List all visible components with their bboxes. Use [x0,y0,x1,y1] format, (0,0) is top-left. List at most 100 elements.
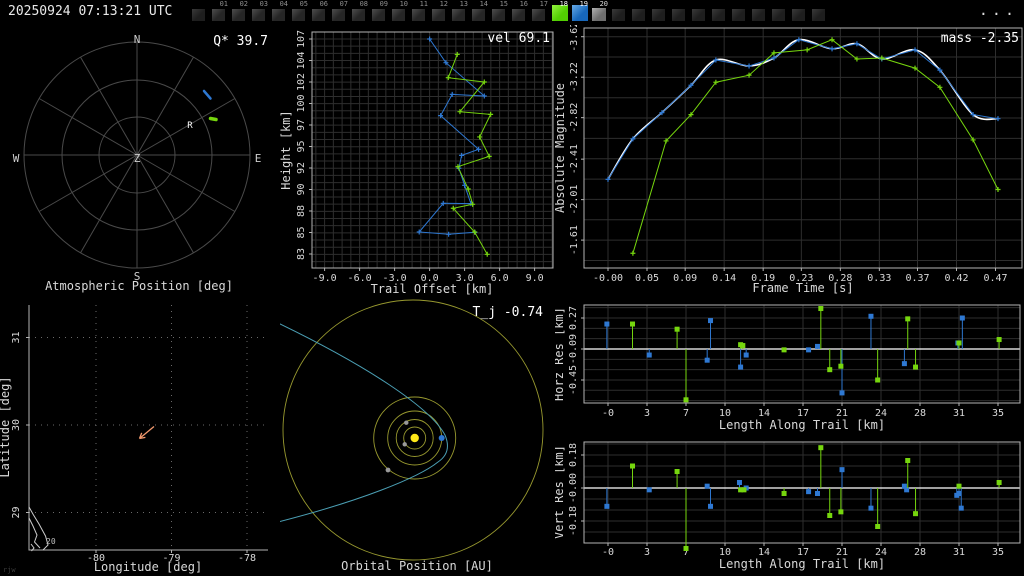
y-tick-label: 102 [296,73,307,91]
tab-slot-27[interactable] [732,0,752,25]
tab-number: 03 [259,0,268,8]
plot-frame [583,441,1021,544]
x-axis-label: Trail Offset [km] [371,282,494,295]
tab-slot-22[interactable] [632,0,652,25]
tab-slot-23[interactable] [652,0,672,25]
detection-streak-blue [202,89,212,100]
panel-orbit: T_j -0.74 Orbital Position [AU] [280,299,544,573]
y-tick-label: 100 [296,94,307,112]
tab-number: 11 [419,0,428,8]
tab-chip [712,9,725,21]
tab-slot-28[interactable] [752,0,772,25]
radiant-label: R [187,121,193,131]
tab-09[interactable]: 09 [372,0,392,25]
x-tick-label: 35 [992,408,1004,419]
tab-number: 05 [299,0,308,8]
tab-06[interactable]: 06 [312,0,332,25]
x-axis-label: Length Along Trail [km] [719,418,885,432]
overflow-menu-button[interactable]: ... [979,1,1018,19]
tab-17[interactable]: 17 [532,0,552,25]
tab-number: 08 [359,0,368,8]
panel-caption: Orbital Position [AU] [341,559,493,573]
tab-13[interactable]: 13 [452,0,472,25]
y-tick-label: -3.62 [569,25,580,52]
app-window: 20250924 07:13:21 UTC 01 02 03 04 05 06 07 08 09… [0,0,1024,576]
x-tick-label: 31 [953,408,965,419]
tab-slot-24[interactable] [672,0,692,25]
tab-number: 13 [459,0,468,8]
tab-19[interactable]: 19 [572,0,592,25]
panel-title: mass -2.35 [941,31,1019,46]
series-blue [416,36,487,237]
tab-14[interactable]: 14 [472,0,492,25]
tab-04[interactable]: 04 [272,0,292,25]
panel-vert: -0 3 7 10 14 17 21 24 28 31 350.18-0.00-0.18Length… [555,441,1021,571]
series-green [630,37,1001,256]
x-tick-label: -6.0 [348,273,372,284]
x-tick-label: 9.0 [526,273,544,284]
tab-chip [352,9,365,21]
x-axis-label: Frame Time [s] [752,281,853,295]
tab-08[interactable]: 08 [352,0,372,25]
tab-strip: 01 02 03 04 05 06 07 08 09 10 11 12 13 14 15 16 17 18 19 20 [192,0,832,25]
tab-chip [692,9,705,21]
panel-title: T_j -0.74 [473,305,544,320]
y-tick-label: -2.01 [569,185,580,215]
tab-chip [612,9,625,21]
tab-slot-25[interactable] [692,0,712,25]
y-tick-label: 104 [296,51,307,69]
panel-horz: -0 3 7 10 14 17 21 24 28 31 350.27-0.09-0.45Length… [555,304,1021,432]
y-axis-label: Latitude [deg] [0,376,12,477]
plot-frame [28,305,268,551]
grid [584,442,1020,544]
y-tick-label: -1.61 [569,225,580,255]
tab-slot-26[interactable] [712,0,732,25]
axis-ticks: -0.00 0.05 0.09 0.14 0.19 0.23 0.28 0.33 0.37 0.4… [569,25,1008,284]
tab-number: 12 [439,0,448,8]
planet-marker [402,442,407,447]
tab-15[interactable]: 15 [492,0,512,25]
tab-number: 17 [539,0,548,8]
x-tick-label: -0.00 [593,273,623,284]
tab-02[interactable]: 02 [232,0,252,25]
tab-slot-30[interactable] [792,0,812,25]
axis-ticks: -80 -79 -78313029 [11,331,256,564]
x-tick-label: 28 [914,408,926,419]
tab-10[interactable]: 10 [392,0,412,25]
y-tick-label: -0.45 [568,365,579,395]
tab-number: 19 [579,0,588,8]
y-tick-label: 31 [11,331,22,343]
tab-slot-29[interactable] [772,0,792,25]
tab-slot-0[interactable] [192,0,212,25]
y-tick-label: 30 [11,419,22,431]
tab-20[interactable]: 20 [592,0,612,25]
tab-18[interactable]: 18 [552,0,572,25]
tab-chip [532,9,545,21]
planet-marker [404,420,409,425]
tab-slot-31[interactable] [812,0,832,25]
tab-number: 15 [499,0,508,8]
panel-title: vel 69.1 [487,31,550,46]
tab-12[interactable]: 12 [432,0,452,25]
tab-chip [772,9,785,21]
y-axis-label: Vert Res [km] [555,445,566,539]
tab-01[interactable]: 01 [212,0,232,25]
x-tick-label: 0.42 [944,273,968,284]
tab-16[interactable]: 16 [512,0,532,25]
tab-chip [332,9,345,21]
x-axis-label: Length Along Trail [km] [719,557,885,571]
tab-slot-21[interactable] [612,0,632,25]
tab-chip [452,9,465,21]
tab-11[interactable]: 11 [412,0,432,25]
x-tick-label: -78 [238,553,256,564]
y-axis-label: Horz Res [km] [555,307,566,401]
x-tick-label: 35 [992,547,1004,558]
tab-03[interactable]: 03 [252,0,272,25]
y-tick-label: 88 [296,205,307,217]
tab-number: 09 [379,0,388,8]
tab-05[interactable]: 05 [292,0,312,25]
tab-07[interactable]: 07 [332,0,352,25]
y-tick-label: -3.22 [569,62,580,92]
series-blue [605,37,1001,182]
detection-streak-green [208,116,218,122]
